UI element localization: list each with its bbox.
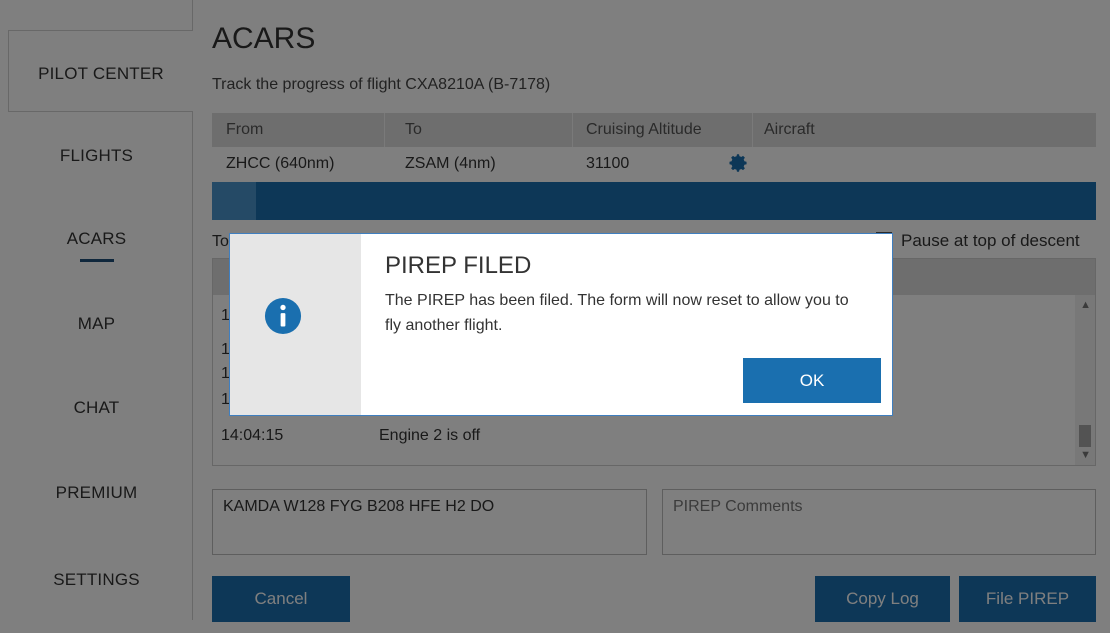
info-icon bbox=[264, 297, 302, 335]
dialog-title: PIREP FILED bbox=[385, 252, 532, 279]
pirep-filed-dialog: PIREP FILED The PIREP has been filed. Th… bbox=[229, 233, 893, 416]
dialog-icon-panel bbox=[230, 234, 361, 415]
dialog-message: The PIREP has been filed. The form will … bbox=[385, 292, 849, 334]
ok-button[interactable]: OK bbox=[743, 358, 881, 403]
